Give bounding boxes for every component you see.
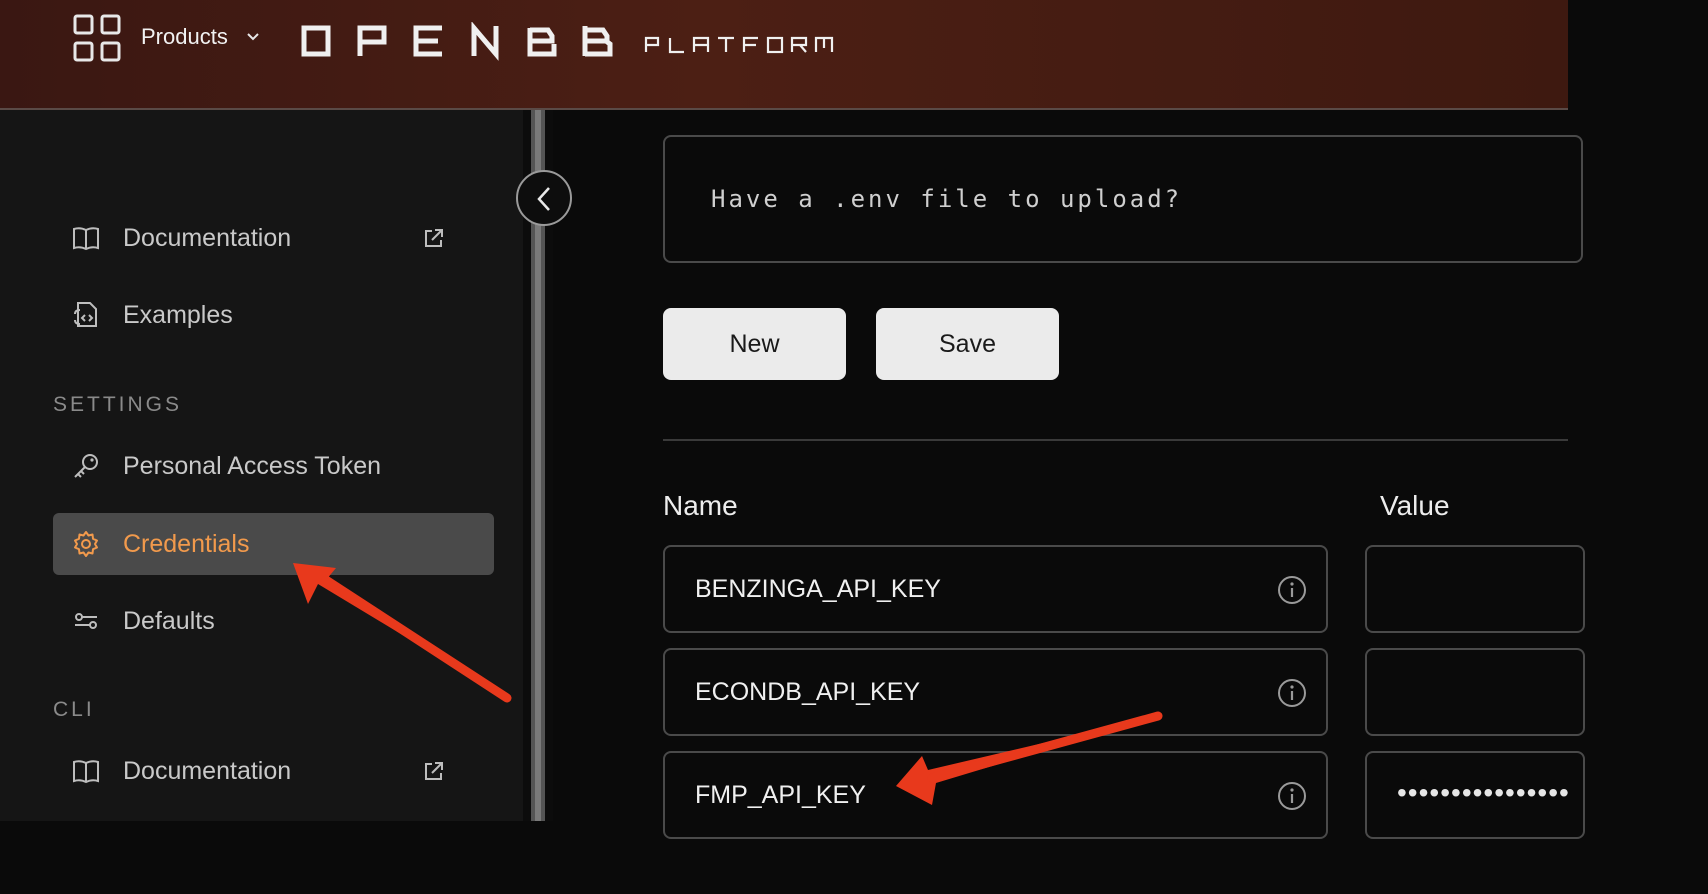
external-link-icon	[425, 229, 443, 247]
credential-value-input[interactable]: ••••••••••••••••	[1365, 751, 1585, 839]
section-label-cli: CLI	[53, 698, 95, 721]
sliders-icon	[75, 613, 97, 629]
sidebar-item-examples[interactable]: Examples	[53, 284, 494, 346]
sidebar-item-label: Examples	[123, 301, 233, 329]
apps-grid-icon[interactable]	[73, 14, 121, 62]
column-header-name: Name	[663, 490, 738, 521]
env-upload-dropzone[interactable]: Have a .env file to upload?	[663, 135, 1583, 263]
credential-name-field[interactable]: ECONDB_API_KEY	[663, 648, 1328, 736]
chevron-down-icon[interactable]	[245, 29, 261, 45]
sidebar-item-cli-documentation[interactable]: Documentation	[53, 740, 494, 802]
divider	[663, 439, 1568, 441]
sidebar-item-credentials[interactable]: Credentials	[53, 513, 494, 575]
code-file-icon	[74, 302, 97, 327]
new-button[interactable]: New	[663, 308, 846, 380]
credential-name-field[interactable]: BENZINGA_API_KEY	[663, 545, 1328, 633]
sidebar-item-label: Documentation	[123, 224, 292, 252]
upload-prompt: Have a .env file to upload?	[711, 185, 1183, 213]
products-menu[interactable]: Products	[141, 24, 228, 50]
book-icon	[73, 227, 99, 251]
section-label-settings: SETTINGS	[53, 393, 183, 416]
top-bar: Products	[0, 0, 1568, 110]
collapse-sidebar-button[interactable]	[516, 170, 572, 226]
save-button[interactable]: Save	[876, 308, 1059, 380]
credential-value-input[interactable]	[1365, 648, 1585, 736]
sidebar-item-label: Credentials	[123, 530, 250, 558]
sidebar-item-label: Personal Access Token	[123, 452, 382, 480]
book-icon	[73, 760, 99, 784]
sidebar-item-personal-access-token[interactable]: Personal Access Token	[53, 435, 494, 497]
credential-name: BENZINGA_API_KEY	[695, 575, 941, 603]
credential-name-field[interactable]: FMP_API_KEY	[663, 751, 1328, 839]
gear-icon	[74, 531, 98, 557]
column-header-value: Value	[1380, 490, 1450, 521]
sidebar-item-defaults[interactable]: Defaults	[53, 590, 494, 652]
sidebar-item-label: Defaults	[123, 607, 215, 635]
credential-name: FMP_API_KEY	[695, 781, 866, 809]
credential-name: ECONDB_API_KEY	[695, 678, 921, 706]
external-link-icon	[425, 762, 443, 780]
info-icon[interactable]	[1277, 575, 1307, 605]
chevron-left-icon	[537, 187, 550, 211]
key-icon	[74, 454, 98, 478]
info-icon[interactable]	[1277, 781, 1307, 811]
credential-value: ••••••••••••••••	[1397, 777, 1570, 808]
sidebar-item-label: Documentation	[123, 757, 292, 785]
credential-value-input[interactable]	[1365, 545, 1585, 633]
openbb-platform-logo[interactable]	[298, 22, 858, 62]
sidebar-item-documentation[interactable]: Documentation	[53, 207, 494, 269]
info-icon[interactable]	[1277, 678, 1307, 708]
